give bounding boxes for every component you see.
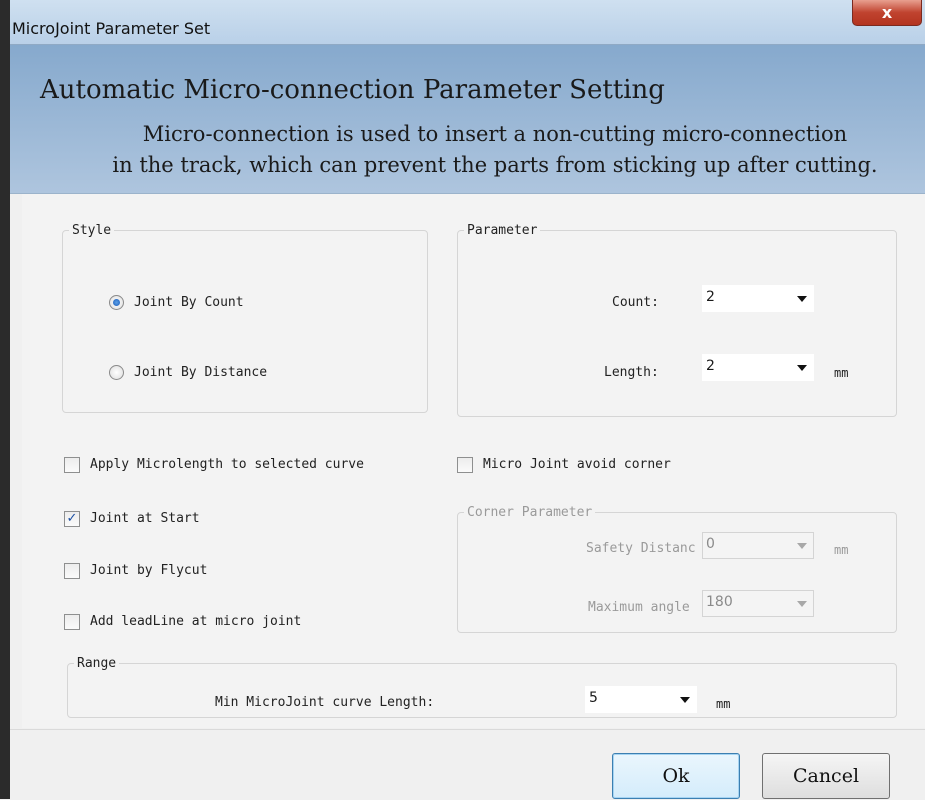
banner-heading: Automatic Micro-connection Parameter Set… bbox=[40, 75, 665, 105]
joint-by-distance-label[interactable]: Joint By Distance bbox=[134, 365, 267, 380]
maximum-angle-value: 180 bbox=[706, 594, 733, 610]
maximum-angle-label: Maximum angle bbox=[588, 600, 690, 615]
banner-description-line-1: Micro-connection is used to insert a non… bbox=[142, 122, 848, 146]
range-group-legend: Range bbox=[77, 656, 117, 671]
chevron-down-icon bbox=[680, 697, 690, 703]
joint-by-distance-radio[interactable] bbox=[109, 365, 124, 380]
length-label: Length: bbox=[604, 365, 659, 380]
safety-distance-label: Safety Distanc bbox=[586, 541, 696, 556]
min-length-label: Min MicroJoint curve Length: bbox=[215, 695, 435, 710]
length-value: 2 bbox=[706, 358, 715, 374]
joint-by-count-radio[interactable] bbox=[109, 295, 124, 310]
apply-microlength-checkbox[interactable] bbox=[64, 457, 80, 473]
min-length-value: 5 bbox=[589, 690, 598, 706]
count-label: Count: bbox=[612, 295, 659, 310]
style-group-legend: Style bbox=[72, 223, 112, 238]
chevron-down-icon bbox=[797, 601, 807, 607]
avoid-corner-label[interactable]: Micro Joint avoid corner bbox=[483, 457, 671, 472]
chevron-down-icon bbox=[797, 365, 807, 371]
desktop-edge bbox=[0, 0, 10, 799]
add-leadline-checkbox[interactable] bbox=[64, 614, 80, 630]
cancel-button[interactable]: Cancel bbox=[762, 753, 890, 799]
apply-microlength-label[interactable]: Apply Microlength to selected curve bbox=[90, 457, 364, 472]
count-select[interactable]: 2 bbox=[702, 285, 814, 312]
length-unit: mm bbox=[834, 366, 849, 380]
dialog-window: MicroJoint Parameter Set x Automatic Mic… bbox=[10, 0, 925, 800]
corner-parameter-legend: Corner Parameter bbox=[467, 505, 593, 520]
safety-distance-unit: mm bbox=[834, 543, 849, 557]
chevron-down-icon bbox=[797, 543, 807, 549]
checkmark-icon: ✓ bbox=[66, 511, 78, 526]
joint-by-flycut-checkbox[interactable] bbox=[64, 563, 80, 579]
style-group: Style bbox=[62, 223, 428, 413]
ok-button[interactable]: Ok bbox=[612, 753, 740, 799]
joint-at-start-checkbox[interactable]: ✓ bbox=[64, 511, 80, 527]
maximum-angle-select[interactable]: 180 bbox=[702, 590, 814, 617]
min-length-unit: mm bbox=[716, 697, 731, 711]
window-title: MicroJoint Parameter Set bbox=[12, 19, 211, 38]
chevron-down-icon bbox=[797, 296, 807, 302]
joint-by-count-label[interactable]: Joint By Count bbox=[134, 295, 244, 310]
safety-distance-value: 0 bbox=[706, 536, 715, 552]
joint-by-flycut-label[interactable]: Joint by Flycut bbox=[90, 563, 207, 578]
avoid-corner-checkbox[interactable] bbox=[457, 457, 473, 473]
safety-distance-select[interactable]: 0 bbox=[702, 532, 814, 559]
length-select[interactable]: 2 bbox=[702, 354, 814, 381]
joint-at-start-label[interactable]: Joint at Start bbox=[90, 511, 200, 526]
title-bar[interactable]: MicroJoint Parameter Set x bbox=[10, 0, 925, 45]
parameter-group-legend: Parameter bbox=[467, 223, 538, 238]
close-icon: x bbox=[881, 3, 893, 22]
parameter-group: Parameter bbox=[457, 223, 897, 417]
banner-description-line-2: in the track, which can prevent the part… bbox=[112, 153, 878, 177]
header-banner: Automatic Micro-connection Parameter Set… bbox=[10, 45, 925, 194]
min-length-select[interactable]: 5 bbox=[585, 686, 697, 713]
add-leadline-label[interactable]: Add leadLine at micro joint bbox=[90, 614, 301, 629]
banner-description: Micro-connection is used to insert a non… bbox=[70, 119, 920, 181]
settings-panel: Style Joint By Count Joint By Distance P… bbox=[22, 194, 925, 728]
button-bar: Ok Cancel bbox=[10, 729, 925, 800]
close-button[interactable]: x bbox=[852, 0, 922, 26]
count-value: 2 bbox=[706, 289, 715, 305]
range-group: Range bbox=[67, 656, 897, 718]
